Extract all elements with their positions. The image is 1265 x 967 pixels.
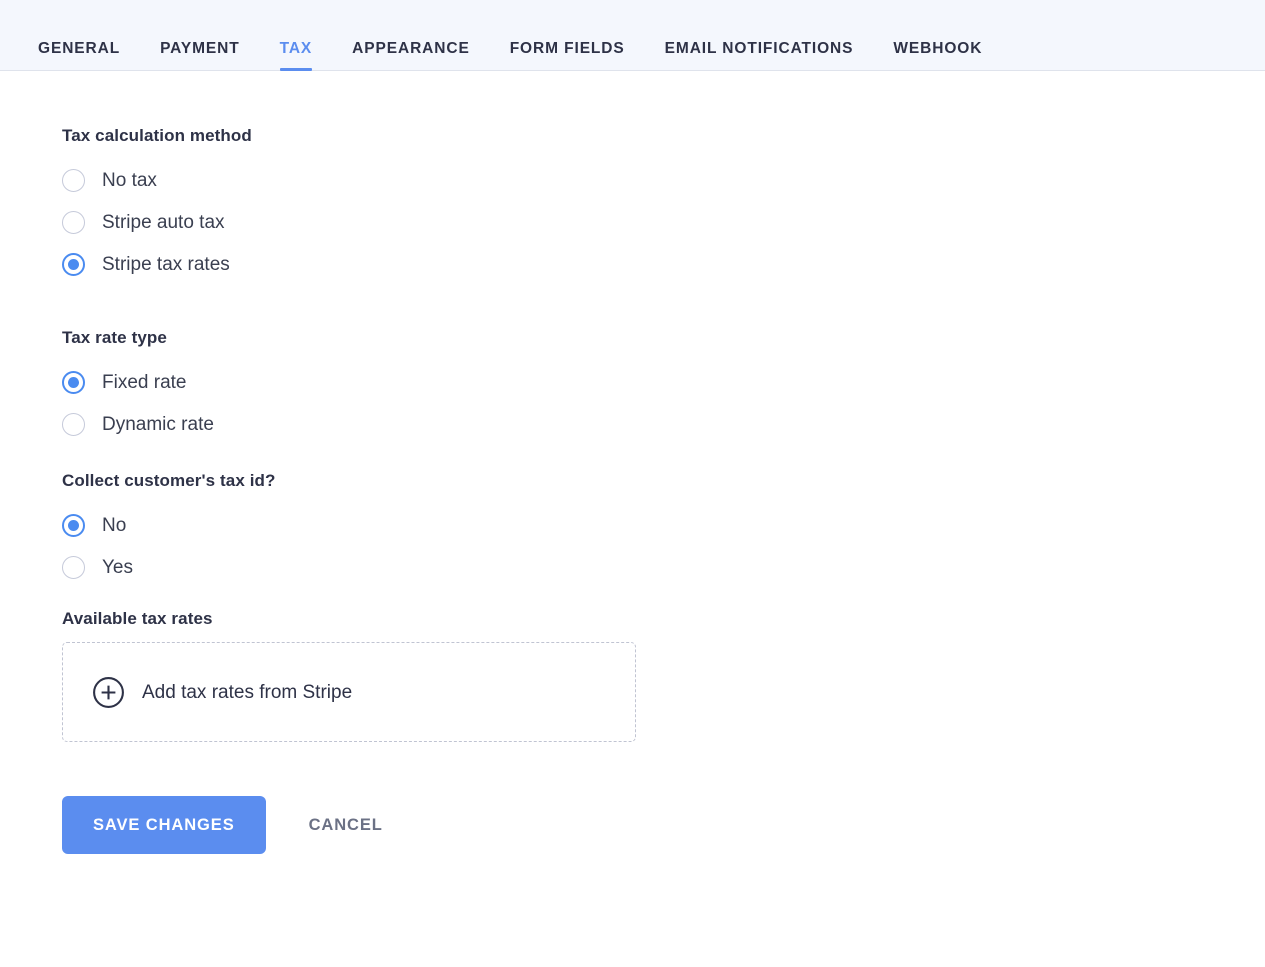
section-tax-rate-type: Tax rate type Fixed rate Dynamic rate [62,328,1265,445]
radio-label-stripe-auto-tax: Stripe auto tax [102,211,225,233]
radio-label-fixed-rate: Fixed rate [102,371,187,393]
radio-label-collect-tax-id-yes: Yes [102,556,133,578]
radio-button-stripe-tax-rates[interactable] [62,252,85,276]
radio-label-collect-tax-id-no: No [102,514,127,536]
radio-option-stripe-auto-tax[interactable]: Stripe auto tax [62,201,225,243]
radio-button-collect-tax-id-yes[interactable] [62,555,85,579]
add-tax-rates-label: Add tax rates from Stripe [142,681,353,703]
cancel-button[interactable]: CANCEL [309,816,383,835]
settings-tabbar: GENERAL PAYMENT TAX APPEARANCE FORM FIEL… [0,0,1265,71]
tab-email-notifications[interactable]: EMAIL NOTIFICATIONS [645,40,874,71]
radio-option-collect-tax-id-no[interactable]: No [62,504,126,546]
plus-circle-icon [92,676,125,709]
radio-button-fixed-rate[interactable] [62,370,85,394]
form-actions: SAVE CHANGES CANCEL [62,796,1265,854]
tab-webhook[interactable]: WEBHOOK [873,40,1002,71]
add-tax-rates-dropzone[interactable]: Add tax rates from Stripe [62,642,636,742]
radio-option-fixed-rate[interactable]: Fixed rate [62,361,186,403]
section-title-available-tax-rates: Available tax rates [62,609,213,628]
radio-option-dynamic-rate[interactable]: Dynamic rate [62,403,214,445]
tax-settings-panel: Tax calculation method No tax Stripe aut… [0,71,1265,854]
radio-option-collect-tax-id-yes[interactable]: Yes [62,546,133,588]
tab-general[interactable]: GENERAL [18,40,140,71]
radio-label-no-tax: No tax [102,169,157,191]
tab-appearance[interactable]: APPEARANCE [332,40,490,71]
radio-button-collect-tax-id-no[interactable] [62,513,85,537]
tab-form-fields[interactable]: FORM FIELDS [490,40,645,71]
radio-option-no-tax[interactable]: No tax [62,159,157,201]
section-available-tax-rates: Available tax rates Add tax rates from S… [62,609,1265,742]
section-collect-tax-id: Collect customer's tax id? No Yes [62,471,1265,588]
tab-payment[interactable]: PAYMENT [140,40,260,71]
radio-button-stripe-auto-tax[interactable] [62,210,85,234]
radio-button-dynamic-rate[interactable] [62,412,85,436]
radio-option-stripe-tax-rates[interactable]: Stripe tax rates [62,243,230,285]
save-changes-button[interactable]: SAVE CHANGES [62,796,266,854]
section-title-collect-tax-id: Collect customer's tax id? [62,471,276,490]
section-tax-calculation-method: Tax calculation method No tax Stripe aut… [62,126,1265,285]
radio-button-no-tax[interactable] [62,168,85,192]
radio-label-dynamic-rate: Dynamic rate [102,413,214,435]
section-title-tax-calculation-method: Tax calculation method [62,126,252,145]
tab-tax[interactable]: TAX [260,40,333,71]
section-title-tax-rate-type: Tax rate type [62,328,167,347]
radio-label-stripe-tax-rates: Stripe tax rates [102,253,230,275]
